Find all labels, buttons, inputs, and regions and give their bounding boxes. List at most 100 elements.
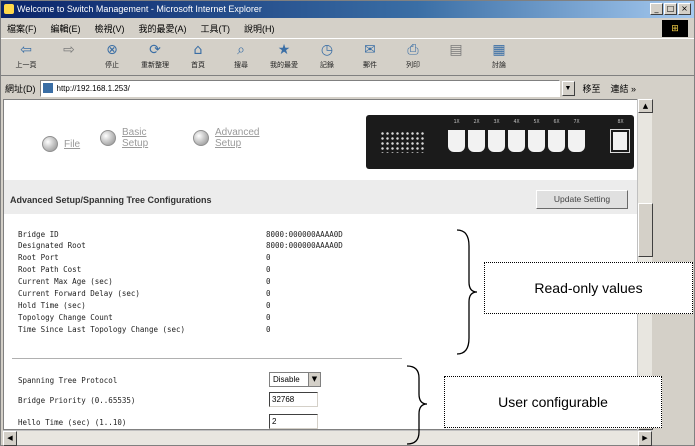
nav-basic-setup-label: Basic Setup <box>122 127 149 149</box>
title-bar: Welcome to Switch Management - Microsoft… <box>1 1 694 18</box>
bridge-id-label: Bridge ID <box>18 230 59 239</box>
advanced-setup-bullet-icon <box>193 130 209 146</box>
file-bullet-icon <box>42 136 58 152</box>
switch-panel-image: 1X 2X 3X 4X 5X 6X 7X 8X <box>366 115 634 169</box>
update-setting-button[interactable]: Update Setting <box>536 190 628 209</box>
ethernet-port-icon <box>468 130 485 152</box>
menu-favorites[interactable]: 我的最愛(A) <box>139 22 187 35</box>
spanning-tree-protocol-value: Disable <box>273 375 300 384</box>
menu-view[interactable]: 檢視(V) <box>95 22 125 35</box>
search-icon: ⌕ <box>237 42 245 58</box>
root-port-value: 0 <box>266 253 271 262</box>
hold-time-label: Hold Time (sec) <box>18 301 86 310</box>
search-button[interactable]: ⌕ 搜尋 <box>222 40 260 74</box>
designated-root-value: 8000:000000AAAA0D <box>266 241 343 250</box>
favorites-icon: ★ <box>277 42 291 58</box>
nav-file-button[interactable]: File <box>42 136 80 152</box>
mail-icon: ✉ <box>364 42 376 58</box>
basic-setup-bullet-icon <box>100 130 116 146</box>
home-icon: ⌂ <box>193 42 203 58</box>
menu-help[interactable]: 說明(H) <box>244 22 275 35</box>
ethernet-port-icon <box>548 130 565 152</box>
menu-tools[interactable]: 工具(T) <box>201 22 231 35</box>
horizontal-scrollbar[interactable]: ◀ ▶ <box>3 430 652 446</box>
ie-icon <box>4 4 14 14</box>
ethernet-port-icon <box>448 130 465 152</box>
ethernet-port-icon <box>528 130 545 152</box>
go-button[interactable]: 移至 <box>583 82 601 95</box>
port-number: 8X <box>617 119 624 125</box>
print-button[interactable]: ⎙ 列印 <box>394 40 432 74</box>
links-button[interactable]: 連結 » <box>611 82 637 95</box>
uplink-port-icon <box>610 129 630 153</box>
menu-file[interactable]: 檔案(F) <box>7 22 37 35</box>
hello-time-input[interactable]: 2 <box>269 414 318 429</box>
section-header: Advanced Setup/Spanning Tree Configurati… <box>4 180 637 214</box>
nav-basic-setup-button[interactable]: Basic Setup <box>100 127 148 149</box>
time-since-topology-change-value: 0 <box>266 325 271 334</box>
configurable-callout: User configurable <box>444 376 662 428</box>
bridge-priority-label: Bridge Priority (0..65535) <box>18 396 136 405</box>
section-divider <box>12 358 402 359</box>
scroll-thumb[interactable] <box>638 203 653 257</box>
current-forward-delay-label: Current Forward Delay (sec) <box>18 289 140 298</box>
readonly-callout: Read-only values <box>484 262 693 314</box>
close-button[interactable]: × <box>678 3 691 15</box>
page-title: Advanced Setup/Spanning Tree Configurati… <box>10 195 212 205</box>
nav-advanced-setup-label: Advanced Setup <box>215 127 260 149</box>
scroll-right-icon[interactable]: ▶ <box>638 431 652 446</box>
favorites-button[interactable]: ★ 我的最愛 <box>265 40 303 74</box>
address-dropdown-button[interactable]: ▼ <box>561 80 575 96</box>
discuss-icon: ▦ <box>492 42 506 58</box>
back-button[interactable]: ⇦ 上一頁 <box>7 40 45 74</box>
port-number: 4X <box>513 119 520 125</box>
stop-button[interactable]: ⊗ 停止 <box>93 40 131 74</box>
ethernet-port-icon <box>568 130 585 152</box>
bridge-priority-input[interactable]: 32768 <box>269 392 318 407</box>
port-number: 3X <box>493 119 500 125</box>
spanning-tree-protocol-select[interactable]: Disable ▼ <box>269 372 321 387</box>
home-button[interactable]: ⌂ 首頁 <box>179 40 217 74</box>
nav-advanced-setup-button[interactable]: Advanced Setup <box>193 127 259 149</box>
address-url: http://192.168.1.253/ <box>56 83 130 93</box>
toolbar: ⇦ 上一頁 ⇨ ⊗ 停止 ⟳ 重新整理 ⌂ 首頁 ⌕ 搜尋 ★ 我的最愛 ◷ 記錄 ✉ 郵件 ⎙… <box>1 38 694 76</box>
current-max-age-value: 0 <box>266 277 271 286</box>
menu-edit[interactable]: 編輯(E) <box>51 22 81 35</box>
hello-time-label: Hello Time (sec) (1..10) <box>18 418 127 427</box>
ethernet-port-icon <box>488 130 505 152</box>
edit-button[interactable]: ▤ <box>437 40 475 74</box>
root-path-cost-value: 0 <box>266 265 271 274</box>
discuss-button[interactable]: ▦ 討論 <box>480 40 518 74</box>
minimize-button[interactable]: _ <box>650 3 663 15</box>
forward-arrow-icon: ⇨ <box>63 42 75 58</box>
root-port-label: Root Port <box>18 253 59 262</box>
port-number: 7X <box>573 119 580 125</box>
address-input[interactable]: http://192.168.1.253/ <box>39 79 560 97</box>
scroll-left-icon[interactable]: ◀ <box>3 431 17 446</box>
history-button[interactable]: ◷ 記錄 <box>308 40 346 74</box>
page-icon <box>42 83 53 93</box>
window-controls: _ □ × <box>650 3 691 15</box>
refresh-button[interactable]: ⟳ 重新整理 <box>136 40 174 74</box>
spanning-tree-protocol-label: Spanning Tree Protocol <box>18 376 118 385</box>
maximize-button[interactable]: □ <box>664 3 677 15</box>
menu-bar: 檔案(F) 編輯(E) 檢視(V) 我的最愛(A) 工具(T) 說明(H) <box>1 18 694 38</box>
mail-button[interactable]: ✉ 郵件 <box>351 40 389 74</box>
windows-logo-icon: ⊞ <box>662 20 688 37</box>
root-path-cost-label: Root Path Cost <box>18 265 82 274</box>
current-forward-delay-value: 0 <box>266 289 271 298</box>
forward-button[interactable]: ⇨ <box>50 40 88 74</box>
window-title: Welcome to Switch Management - Microsoft… <box>17 4 262 14</box>
scroll-up-icon[interactable]: ▲ <box>638 99 653 113</box>
hold-time-value: 0 <box>266 301 271 310</box>
port-number: 2X <box>473 119 480 125</box>
ethernet-port-icon <box>508 130 525 152</box>
nav-file-label: File <box>64 138 81 150</box>
current-max-age-label: Current Max Age (sec) <box>18 277 113 286</box>
status-leds <box>380 131 424 153</box>
designated-root-label: Designated Root <box>18 241 86 250</box>
history-icon: ◷ <box>320 42 334 58</box>
configurable-brace <box>406 365 428 445</box>
stop-icon: ⊗ <box>106 42 118 58</box>
refresh-icon: ⟳ <box>149 42 161 58</box>
